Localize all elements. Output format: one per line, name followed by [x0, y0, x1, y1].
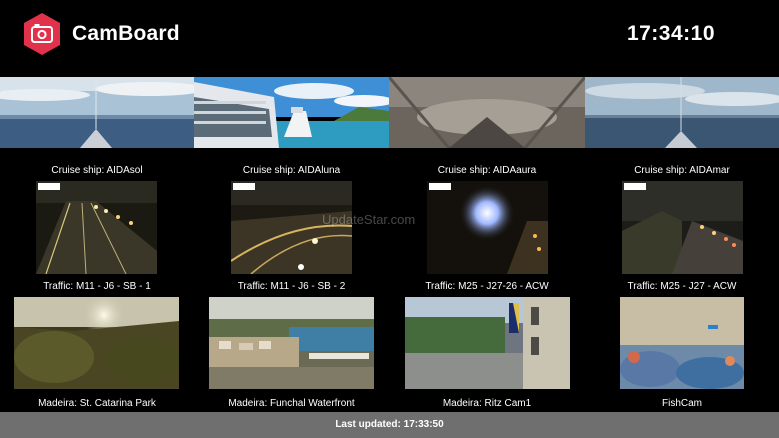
- camera-tile-m11-j6-sb-1[interactable]: Traffic: M11 - J6 - SB - 1: [0, 181, 194, 293]
- camera-feed: [209, 297, 374, 389]
- camera-feed: [427, 181, 548, 274]
- app-title: CamBoard: [72, 22, 180, 45]
- last-updated-text: Last updated: 17:33:50: [335, 419, 444, 430]
- watermark: UpdateStar.com: [322, 212, 416, 227]
- camera-label: Traffic: M25 - J27-26 - ACW: [425, 281, 549, 292]
- camera-feed: [405, 297, 570, 389]
- camera-label: Madeira: Funchal Waterfront: [228, 398, 355, 409]
- camera-label: Madeira: St. Catarina Park: [38, 398, 156, 409]
- camera-label: FishCam: [661, 398, 702, 409]
- camera-feed: [0, 77, 194, 148]
- camera-tile-funchal-waterfront[interactable]: Madeira: Funchal Waterfront: [194, 297, 389, 410]
- clock: 17:34:10: [626, 22, 715, 45]
- camera-feed: [585, 77, 779, 148]
- camera-label: Cruise ship: AIDAmar: [634, 165, 730, 176]
- camera-tile-fishcam[interactable]: FishCam: [585, 297, 779, 410]
- camera-label: Cruise ship: AIDAaura: [437, 165, 537, 176]
- camera-tile-ritz-cam1[interactable]: Madeira: Ritz Cam1: [389, 297, 585, 410]
- camera-tile-aidaluna[interactable]: Cruise ship: AIDAluna: [194, 77, 389, 179]
- camera-tile-aidasol[interactable]: Cruise ship: AIDAsol: [0, 77, 194, 179]
- camera-label: Traffic: M11 - J6 - SB - 1: [43, 281, 151, 292]
- camera-feed: [622, 181, 743, 274]
- camera-tile-st-catarina-park[interactable]: Madeira: St. Catarina Park: [0, 297, 194, 410]
- camera-tile-m11-j6-sb-2[interactable]: Traffic: M11 - J6 - SB - 2: [194, 181, 389, 293]
- camera-tile-m25-j27-acw[interactable]: Traffic: M25 - J27 - ACW: [585, 181, 779, 293]
- camera-feed: [194, 77, 389, 148]
- camera-feed: [36, 181, 157, 274]
- camera-label: Traffic: M11 - J6 - SB - 2: [237, 281, 346, 292]
- status-bar: Last updated: 17:33:50: [0, 412, 779, 438]
- camera-label: Cruise ship: AIDAsol: [51, 165, 143, 176]
- camera-tile-aidamar[interactable]: Cruise ship: AIDAmar: [585, 77, 779, 179]
- camera-label: Traffic: M25 - J27 - ACW: [627, 281, 737, 292]
- camera-tile-aidaaura[interactable]: Cruise ship: AIDAaura: [389, 77, 585, 179]
- camera-feed: [389, 77, 585, 148]
- app-header: CamBoard 17:34:10: [0, 0, 779, 72]
- camera-icon: [22, 12, 62, 56]
- camera-tile-m25-j27-26-acw[interactable]: Traffic: M25 - J27-26 - ACW: [389, 181, 585, 293]
- camera-feed: [620, 297, 744, 389]
- camera-feed: [14, 297, 179, 389]
- camera-label: Madeira: Ritz Cam1: [442, 398, 532, 409]
- camera-feed: [231, 181, 352, 274]
- camera-label: Cruise ship: AIDAluna: [242, 165, 341, 176]
